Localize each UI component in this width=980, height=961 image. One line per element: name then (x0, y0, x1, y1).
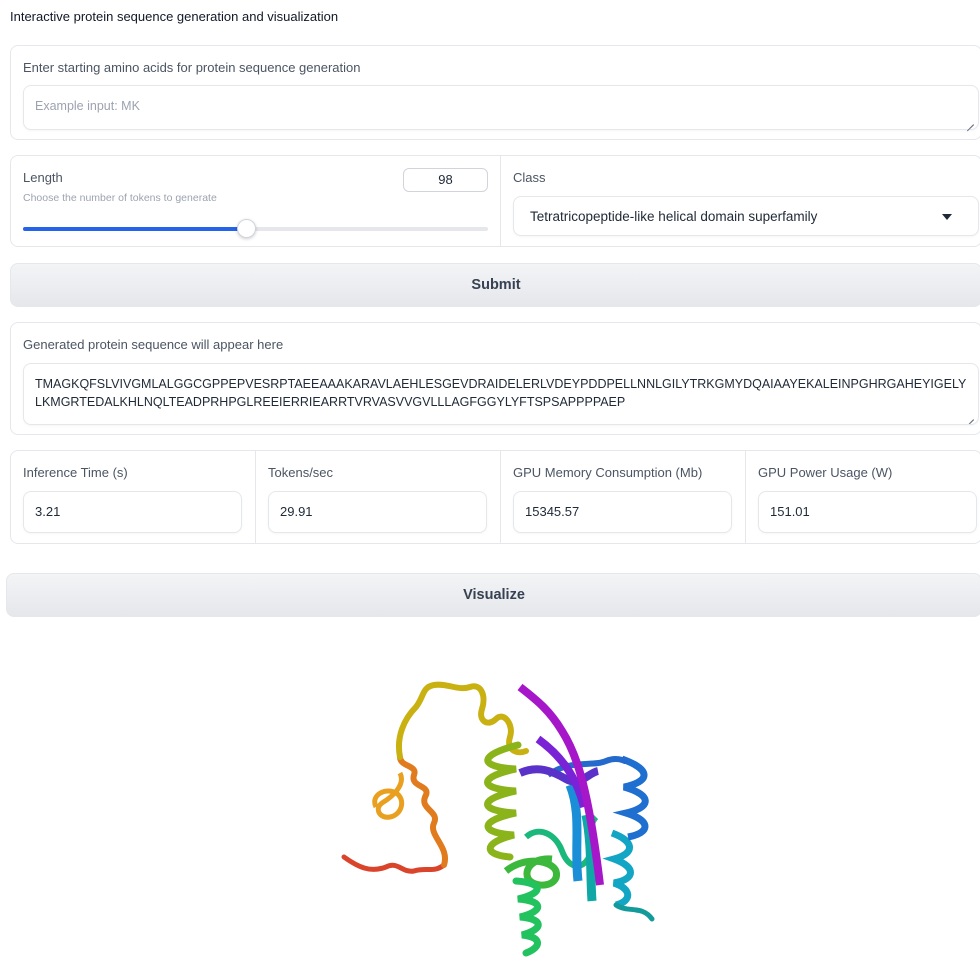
class-dropdown[interactable]: Tetratricopeptide-like helical domain su… (513, 196, 979, 236)
metrics-divider (745, 451, 746, 543)
gpu-power-label: GPU Power Usage (W) (758, 465, 893, 480)
ribbon-orange-loop (397, 754, 449, 868)
resize-grip-icon[interactable] (967, 118, 974, 125)
submit-button[interactable]: Submit (10, 263, 980, 307)
length-slider-thumb[interactable] (237, 219, 257, 238)
metrics-row: Inference Time (s) 3.21 Tokens/sec 29.91… (10, 450, 980, 544)
ribbon-red-tail (341, 854, 447, 874)
protein-structure-viewer[interactable] (330, 675, 680, 961)
length-slider[interactable] (23, 219, 488, 238)
ribbon-purple-strand (518, 765, 600, 786)
visualize-button[interactable]: Visualize (6, 573, 980, 617)
length-slider-fill (23, 227, 247, 231)
input-label: Enter starting amino acids for protein s… (23, 60, 361, 75)
starting-amino-acids-input[interactable]: Example input: MK (23, 85, 979, 130)
ribbon-cyan-helix (602, 829, 634, 909)
length-number-input[interactable]: 98 (403, 168, 488, 192)
length-label: Length (23, 170, 63, 185)
gpu-memory-label: GPU Memory Consumption (Mb) (513, 465, 703, 480)
ribbon-blue-helix (612, 755, 649, 841)
inference-time-field[interactable]: 3.21 (23, 491, 242, 533)
ribbon-green-helix-b (512, 877, 542, 957)
class-selected-value: Tetratricopeptide-like helical domain su… (530, 209, 818, 224)
class-label: Class (513, 170, 546, 185)
caret-down-icon (942, 214, 952, 220)
input-block: Enter starting amino acids for protein s… (10, 45, 980, 140)
generated-sequence-output[interactable]: TMAGKQFSLVIVGMLALGGCGPPEPVESRPTAEEAAAKAR… (23, 363, 979, 425)
inference-time-label: Inference Time (s) (23, 465, 128, 480)
resize-grip-icon[interactable] (967, 413, 974, 420)
input-placeholder: Example input: MK (35, 99, 140, 113)
ribbon-yellowgreen-helix (484, 741, 522, 861)
gpu-memory-field[interactable]: 15345.57 (513, 491, 732, 533)
ribbon-orange-coil (372, 771, 405, 820)
app-description: Interactive protein sequence generation … (10, 9, 339, 24)
metrics-divider (255, 451, 256, 543)
ribbon-teal-tail (613, 902, 655, 922)
length-info: Choose the number of tokens to generate (23, 192, 217, 204)
parameters-row: Length Choose the number of tokens to ge… (10, 155, 980, 247)
generated-sequence-text: TMAGKQFSLVIVGMLALGGCGPPEPVESRPTAEEAAAKAR… (35, 377, 967, 409)
metrics-divider (500, 451, 501, 543)
column-divider (500, 156, 501, 246)
tokens-per-sec-label: Tokens/sec (268, 465, 334, 480)
gpu-power-field[interactable]: 151.01 (758, 491, 977, 533)
tokens-per-sec-field[interactable]: 29.91 (268, 491, 487, 533)
output-label: Generated protein sequence will appear h… (23, 337, 284, 352)
output-block: Generated protein sequence will appear h… (10, 322, 980, 435)
